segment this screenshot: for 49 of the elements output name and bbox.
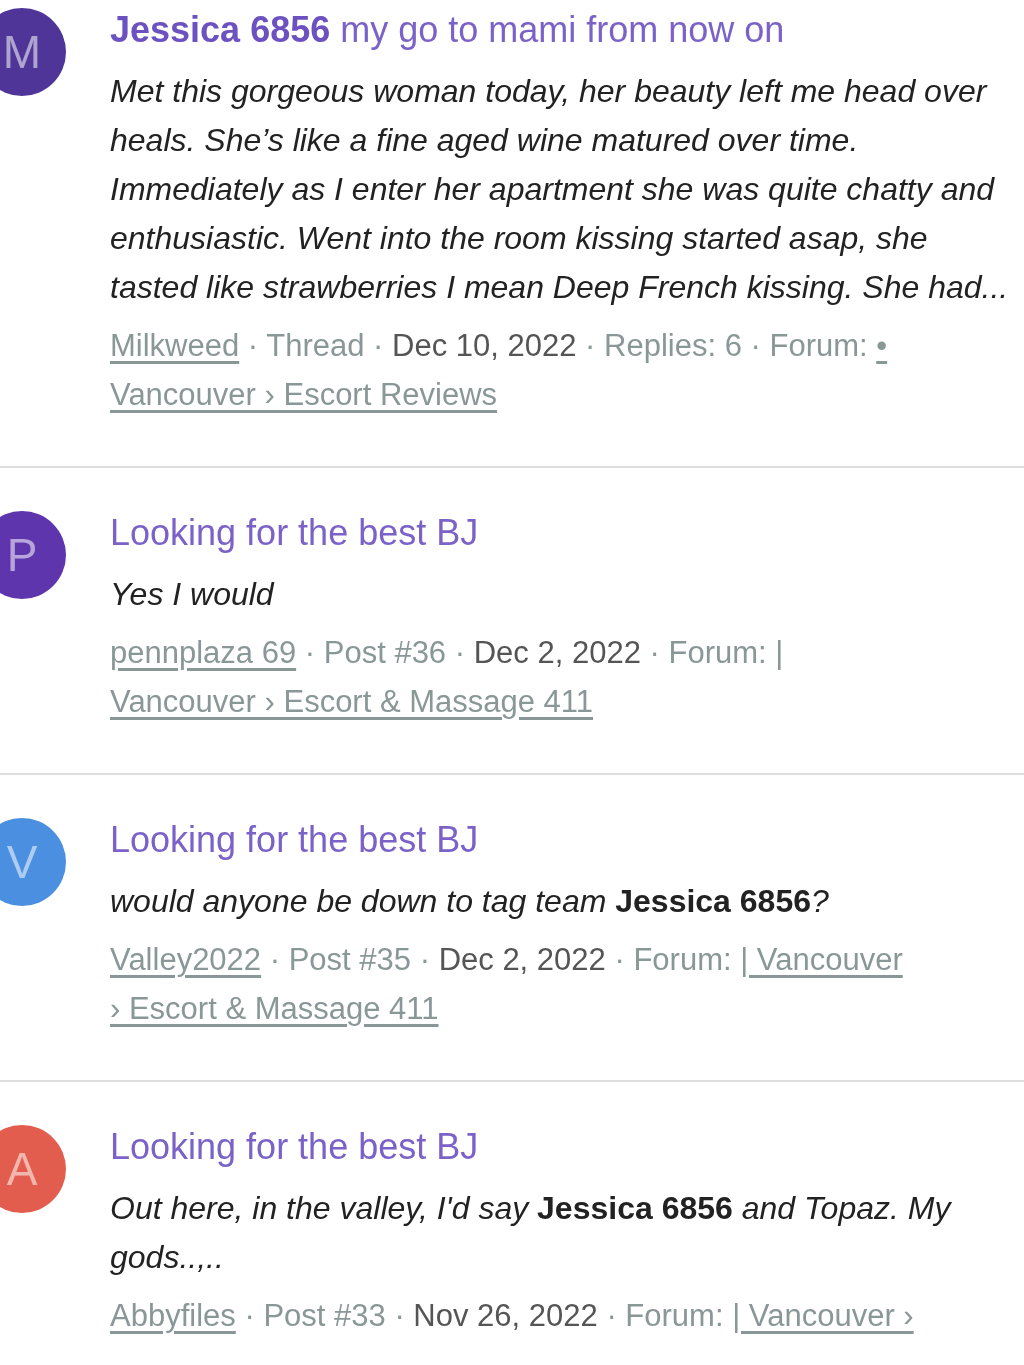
separator: · [269, 942, 281, 977]
username-link[interactable]: pennplaza 69 [110, 635, 297, 670]
post-date: Dec 2, 2022 [473, 635, 641, 670]
result-title[interactable]: Looking for the best BJ [110, 1122, 1014, 1172]
forum-link[interactable]: Vancouver › Escort Reviews [110, 377, 498, 412]
avatar[interactable]: V [0, 818, 66, 906]
separator: · [419, 942, 430, 977]
result-snippet: Met this gorgeous woman today, her beauty left me head over heals. She’s like a fine aged wine matured over time. Immediately as I enter her apartment she was quite chatty and enthusiastic. Went into the room kissing started asap, she tasted like strawberries I mean Deep French kissing. She had... [110, 72, 1010, 307]
avatar[interactable]: M [0, 8, 66, 96]
forum-link[interactable]: | [775, 635, 784, 670]
result-snippet: Yes I would [110, 575, 276, 614]
forum-link[interactable]: Vancouver › Escort & Massage 411 [110, 684, 594, 719]
meta-text: Post #35 [288, 942, 412, 977]
meta-text: Forum: [625, 1298, 724, 1333]
separator: · [394, 1298, 405, 1333]
separator: · [649, 635, 660, 670]
separator: · [247, 328, 259, 363]
forum-link[interactable]: | Vancouver › [732, 1298, 914, 1333]
username-link[interactable]: Valley2022 [110, 942, 262, 977]
forum-link[interactable]: | Vancouver [740, 942, 903, 977]
separator: · [614, 942, 625, 977]
separator: · [244, 1298, 255, 1333]
avatar[interactable]: P [0, 511, 66, 599]
meta-text: Forum: [769, 328, 868, 363]
result-title[interactable]: Looking for the best BJ [110, 508, 1014, 558]
separator: · [606, 1298, 617, 1333]
meta-text: Post #36 [323, 635, 447, 670]
separator: · [585, 328, 596, 363]
separator: · [373, 328, 384, 363]
meta-text: Thread [266, 328, 365, 363]
meta-text: Forum: [633, 942, 732, 977]
result-snippet: Out here, in the valley, I'd say Jessica 6856 and Topaz. My gods..,.. [110, 1189, 953, 1277]
username-link[interactable]: Abbyfiles [110, 1298, 236, 1333]
meta-text: Replies: 6 [604, 328, 742, 363]
meta-text: Post #33 [263, 1298, 386, 1333]
separator: · [304, 635, 316, 670]
separator: · [454, 635, 466, 670]
post-date: Dec 10, 2022 [392, 328, 577, 363]
forum-link[interactable]: › Escort & Massage 411 [110, 991, 439, 1026]
post-date: Nov 26, 2022 [413, 1298, 598, 1333]
result-snippet: would anyone be down to tag team Jessica 6856? [110, 882, 830, 921]
meta-text: Forum: [668, 635, 767, 670]
result-title[interactable]: Looking for the best BJ [110, 815, 1014, 865]
forum-link[interactable]: • [876, 328, 888, 363]
username-link[interactable]: Milkweed [110, 328, 240, 363]
avatar[interactable]: A [0, 1125, 66, 1213]
result-title[interactable]: Jessica 6856 my go to mami from now on [110, 5, 1014, 55]
separator: · [750, 328, 761, 363]
post-date: Dec 2, 2022 [438, 942, 606, 977]
